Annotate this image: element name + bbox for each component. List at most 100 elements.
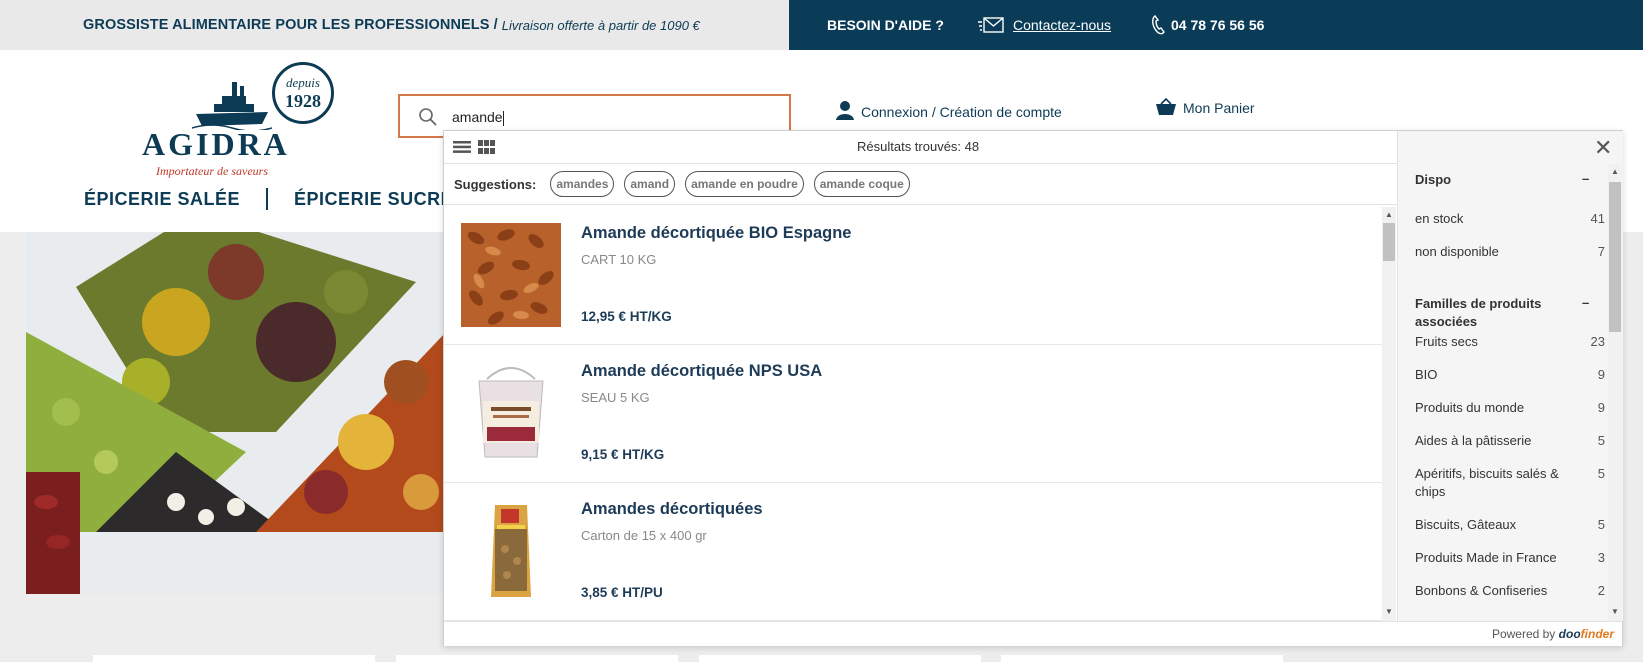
almonds-product-image (461, 223, 561, 327)
facet-count: 9 (1597, 367, 1605, 382)
help-label: BESOIN D'AIDE ? (827, 17, 944, 33)
product-subtitle: CART 10 KG (581, 252, 657, 267)
topbar-help-area: BESOIN D'AIDE ? Contactez-nous 04 78 76 … (789, 0, 1643, 50)
facet-count: 23 (1590, 334, 1605, 349)
facet-option[interactable]: Produits Made in France 3 (1415, 549, 1605, 567)
facet-count: 2 (1597, 583, 1605, 598)
hero-banner[interactable] (26, 232, 446, 594)
product-result[interactable]: Amande décortiquée NPS USA SEAU 5 KG 9,1… (444, 345, 1382, 483)
product-price: 3,85 € HT/PU (581, 585, 663, 600)
facet-count: 41 (1590, 211, 1605, 226)
search-query: amande (452, 109, 504, 126)
product-title[interactable]: Amande décortiquée NPS USA (581, 362, 822, 381)
top-bar: GROSSISTE ALIMENTAIRE POUR LES PROFESSIO… (0, 0, 1643, 50)
login-link[interactable]: Connexion / Création de compte (835, 100, 1062, 120)
facet-count: 3 (1597, 550, 1605, 565)
facet-dispo-title[interactable]: Dispo (1415, 171, 1565, 189)
bag-product-image (461, 499, 561, 603)
product-result[interactable]: Amande décortiquée BIO Espagne CART 10 K… (444, 207, 1382, 345)
scrollbar-thumb[interactable] (1609, 182, 1621, 332)
facet-count: 7 (1597, 244, 1605, 259)
product-subtitle: Carton de 15 x 400 gr (581, 528, 707, 543)
doofinder-logo: doofinder (1559, 627, 1614, 641)
facet-label: Produits Made in France (1415, 550, 1557, 565)
close-icon[interactable]: ✕ (1594, 137, 1612, 159)
facet-count: 5 (1597, 466, 1605, 481)
since-badge: depuis 1928 (272, 62, 334, 124)
tagline: GROSSISTE ALIMENTAIRE POUR LES PROFESSIO… (83, 17, 498, 33)
nav-epicerie-sucree[interactable]: ÉPICERIE SUCRÉE (294, 189, 466, 210)
facet-label: Aides à la pâtisserie (1415, 433, 1532, 448)
suggestion-chip[interactable]: amand (624, 171, 676, 197)
suggestion-chip[interactable]: amandes (550, 171, 615, 197)
nav-separator (266, 188, 269, 210)
collapse-icon[interactable]: – (1582, 171, 1589, 186)
dropdown-footer: Powered by doofinder (444, 621, 1622, 646)
contact-link[interactable]: Contactez-nous (977, 16, 1111, 34)
contact-label: Contactez-nous (1013, 17, 1112, 33)
facet-label: Bonbons & Confiseries (1415, 583, 1548, 598)
results-main: Résultats trouvés: 48 Suggestions: amand… (444, 131, 1397, 621)
results-header: Résultats trouvés: 48 (444, 131, 1397, 164)
bucket-product-image (461, 361, 561, 465)
facet-option[interactable]: Fruits secs 23 (1415, 333, 1605, 351)
search-icon (419, 108, 437, 126)
envelope-icon (978, 17, 1004, 33)
cart-link[interactable]: Mon Panier (1155, 98, 1255, 116)
scroll-up-arrow-icon[interactable]: ▲ (1611, 167, 1619, 176)
facet-option[interactable]: Apéritifs, biscuits salés & chips 5 (1415, 465, 1605, 501)
facet-option[interactable]: en stock 41 (1415, 210, 1605, 228)
grid-view-icon[interactable] (478, 140, 495, 154)
login-label: Connexion / Création de compte (861, 104, 1062, 120)
badge-year: 1928 (285, 90, 321, 111)
results-scrollbar[interactable]: ▲ ▼ (1382, 207, 1396, 621)
search-query-text: amande (452, 109, 503, 125)
facet-option[interactable]: Aides à la pâtisserie 5 (1415, 432, 1605, 450)
product-title[interactable]: Amandes décortiquées (581, 500, 763, 519)
filters-sidebar: ✕ Dispo – en stock 41 non disponible 7 F… (1397, 131, 1623, 621)
phone-label: 04 78 76 56 56 (1171, 17, 1265, 33)
powered-by-label: Powered by (1491, 627, 1556, 641)
logo-wordmark: AGIDRA (142, 126, 290, 162)
results-count: Résultats trouvés: 48 (857, 139, 980, 154)
nav-epicerie-salee[interactable]: ÉPICERIE SALÉE (84, 189, 240, 210)
facet-label: Produits du monde (1415, 400, 1525, 415)
facet-option[interactable]: Produits du monde 9 (1415, 399, 1605, 417)
list-view-icon[interactable] (453, 141, 471, 153)
facet-families-title[interactable]: Familles de produits associées (1415, 295, 1565, 331)
product-results-list: Amande décortiquée BIO Espagne CART 10 K… (444, 207, 1382, 621)
suggestion-chip[interactable]: amande en poudre (685, 171, 804, 197)
bottom-card (93, 655, 375, 662)
scroll-down-arrow-icon[interactable]: ▼ (1385, 607, 1393, 616)
powered-by[interactable]: Powered by doofinder (1492, 627, 1614, 641)
topbar-tagline-area: GROSSISTE ALIMENTAIRE POUR LES PROFESSIO… (0, 0, 789, 50)
facet-count: 5 (1597, 433, 1605, 448)
site-logo[interactable]: depuis 1928 AGIDRA Importateur de saveur… (140, 60, 340, 178)
user-icon (836, 101, 854, 120)
facet-option[interactable]: Bonbons & Confiseries 2 (1415, 582, 1605, 600)
facet-option[interactable]: BIO 9 (1415, 366, 1605, 384)
basket-icon (1156, 98, 1176, 115)
scroll-down-arrow-icon[interactable]: ▼ (1611, 607, 1619, 616)
product-title[interactable]: Amande décortiquée BIO Espagne (581, 224, 851, 243)
collapse-icon[interactable]: – (1582, 295, 1589, 310)
ship-icon (192, 82, 272, 130)
brand-part-b: finder (1580, 627, 1614, 641)
delivery-note: Livraison offerte à partir de 1090 € (501, 17, 700, 33)
suggestion-chip[interactable]: amande coque (813, 171, 910, 197)
product-result[interactable]: Amandes décortiquées Carton de 15 x 400 … (444, 483, 1382, 621)
filters-scrollbar[interactable]: ▲ ▼ (1608, 164, 1622, 621)
scroll-up-arrow-icon[interactable]: ▲ (1385, 210, 1393, 219)
logo-subtitle: Importateur de saveurs (156, 164, 268, 178)
facet-option[interactable]: non disponible 7 (1415, 243, 1605, 261)
facet-label: en stock (1415, 211, 1464, 226)
scrollbar-thumb[interactable] (1383, 223, 1395, 261)
badge-top: depuis (286, 74, 320, 90)
bottom-card (1001, 655, 1283, 662)
bottom-card (699, 655, 981, 662)
bottom-card (396, 655, 678, 662)
facet-label: Apéritifs, biscuits salés & chips (1415, 466, 1559, 499)
product-price: 9,15 € HT/KG (581, 447, 665, 462)
facet-option[interactable]: Biscuits, Gâteaux 5 (1415, 516, 1605, 534)
phone-number[interactable]: 04 78 76 56 56 (1151, 15, 1264, 35)
